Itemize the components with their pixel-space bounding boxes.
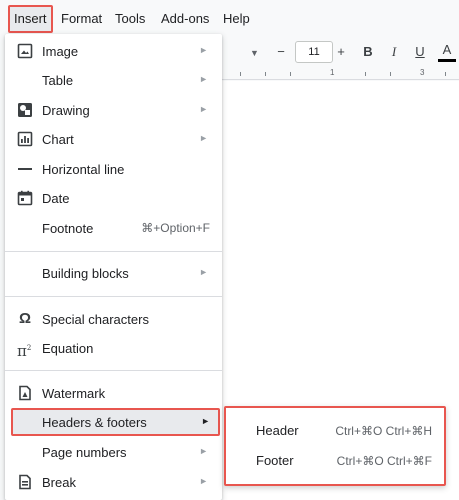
menu-item-building-blocks[interactable]: Building blocks ► [5, 259, 222, 288]
menu-item-table[interactable]: Table ► [5, 66, 222, 95]
ruler: 1 3 [220, 68, 459, 80]
menu-item-drawing[interactable]: Drawing ► [5, 96, 222, 125]
menu-item-break[interactable]: Break ► [5, 468, 222, 497]
menu-item-page-numbers[interactable]: Page numbers ► [5, 438, 222, 467]
ruler-label: 1 [330, 68, 335, 77]
submenu-arrow-icon: ► [201, 416, 210, 426]
menu-item-label: Image [42, 44, 79, 59]
submenu-arrow-icon: ► [199, 104, 208, 114]
menu-item-chart[interactable]: Chart ► [5, 125, 222, 154]
submenu-item-label: Footer [256, 453, 294, 468]
submenu-item-shortcut: Ctrl+⌘O Ctrl+⌘H [335, 424, 432, 438]
menu-item-label: Building blocks [42, 266, 129, 281]
bold-button[interactable]: B [360, 43, 376, 61]
pi-icon: π2 [17, 342, 32, 360]
menu-help[interactable]: Help [221, 9, 252, 29]
menu-item-shortcut: ⌘+Option+F [141, 221, 210, 235]
menu-item-watermark[interactable]: Watermark [5, 379, 222, 408]
insert-menu: Image ► Table ► Drawing ► Chart ► Horizo… [5, 34, 222, 500]
menu-item-label: Chart [42, 132, 74, 147]
menu-item-image[interactable]: Image ► [5, 37, 222, 66]
chart-icon [17, 131, 33, 147]
menu-divider [5, 251, 222, 252]
submenu-item-footer[interactable]: Footer Ctrl+⌘O Ctrl+⌘F [226, 447, 444, 475]
menu-tools[interactable]: Tools [113, 9, 147, 29]
underline-button[interactable]: U [412, 43, 428, 61]
menu-item-label: Equation [42, 341, 94, 356]
submenu-item-header[interactable]: Header Ctrl+⌘O Ctrl+⌘H [226, 417, 444, 445]
decrease-font-size-button[interactable]: − [273, 43, 289, 61]
omega-icon: Ω [18, 310, 32, 327]
image-icon [17, 43, 33, 59]
menu-item-date[interactable]: Date [5, 184, 222, 213]
ruler-label: 3 [420, 68, 425, 77]
menu-item-equation[interactable]: π2 Equation [5, 334, 222, 363]
menu-item-label: Horizontal line [42, 162, 125, 177]
menu-format[interactable]: Format [59, 9, 104, 29]
text-color-swatch [438, 59, 456, 62]
submenu-arrow-icon: ► [199, 133, 208, 143]
menu-item-label: Headers & footers [42, 415, 147, 430]
menu-insert[interactable]: Insert [8, 5, 53, 33]
headers-footers-submenu: Header Ctrl+⌘O Ctrl+⌘H Footer Ctrl+⌘O Ct… [224, 406, 446, 486]
submenu-arrow-icon: ► [199, 476, 208, 486]
horizontal-line-icon [17, 161, 33, 177]
submenu-arrow-icon: ► [199, 74, 208, 84]
drawing-icon [17, 102, 33, 118]
menu-item-label: Page numbers [42, 445, 127, 460]
italic-button[interactable]: I [386, 43, 402, 61]
menu-divider [5, 296, 222, 297]
submenu-arrow-icon: ► [199, 267, 208, 277]
text-color-button[interactable]: A [438, 41, 456, 59]
watermark-icon [17, 385, 33, 401]
submenu-item-shortcut: Ctrl+⌘O Ctrl+⌘F [336, 454, 432, 468]
menu-item-special-characters[interactable]: Ω Special characters [5, 305, 222, 334]
calendar-icon [17, 190, 33, 206]
menu-divider [5, 370, 222, 371]
menu-item-label: Drawing [42, 103, 90, 118]
menu-item-label: Special characters [42, 312, 149, 327]
submenu-arrow-icon: ► [199, 45, 208, 55]
menu-item-footnote[interactable]: Footnote ⌘+Option+F [5, 214, 222, 243]
menu-item-label: Table [42, 73, 74, 88]
menu-item-label: Date [42, 191, 70, 206]
menu-bar: Insert Format Tools Add-ons Help [0, 0, 459, 36]
menu-item-headers-footers[interactable]: Headers & footers ► [11, 408, 220, 436]
menu-add-ons[interactable]: Add-ons [159, 9, 211, 29]
submenu-item-label: Header [256, 423, 299, 438]
menu-item-label: Watermark [42, 386, 106, 401]
font-dropdown-icon[interactable]: ▼ [250, 44, 259, 62]
font-size-input[interactable]: 11 [295, 41, 333, 63]
menu-item-horizontal-line[interactable]: Horizontal line [5, 155, 222, 184]
menu-item-label: Break [42, 475, 76, 490]
menu-item-label: Footnote [42, 221, 94, 236]
submenu-arrow-icon: ► [199, 446, 208, 456]
break-icon [17, 474, 33, 490]
increase-font-size-button[interactable]: + [333, 43, 349, 61]
